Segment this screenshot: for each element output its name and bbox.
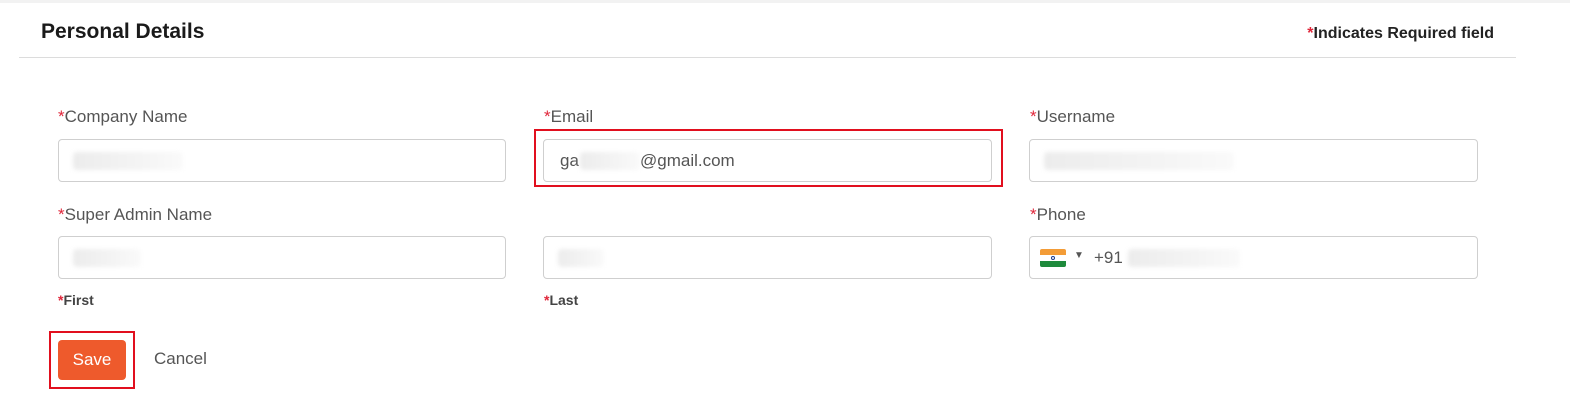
username-input[interactable] (1029, 139, 1478, 182)
first-name-sublabel: *First (58, 292, 94, 308)
dial-code: +91 (1094, 248, 1123, 267)
phone-label: *Phone (1030, 205, 1086, 225)
personal-details-page: Personal Details *Indicates Required fie… (0, 0, 1570, 412)
required-asterisk: * (58, 205, 65, 224)
caret-down-icon: ▼ (1074, 250, 1084, 261)
phone-label-text: Phone (1036, 205, 1086, 224)
required-asterisk: * (1030, 205, 1037, 224)
india-flag-icon (1040, 249, 1066, 267)
first-name-input[interactable] (58, 236, 506, 279)
phone-input[interactable]: ▼ +91 (1029, 236, 1478, 279)
cancel-button[interactable]: Cancel (154, 349, 207, 369)
last-name-sublabel: *Last (544, 292, 578, 308)
save-button[interactable]: Save (58, 340, 126, 380)
redacted-value (1044, 152, 1234, 170)
header-divider (19, 57, 1516, 58)
super-admin-name-label: *Super Admin Name (58, 205, 212, 225)
required-asterisk: * (544, 107, 551, 126)
email-value-suffix: @gmail.com (640, 151, 735, 170)
required-asterisk: * (58, 107, 65, 126)
redacted-value (73, 249, 141, 267)
email-input[interactable]: ga @gmail.com (543, 139, 992, 182)
redacted-value (558, 249, 604, 267)
company-name-label: *Company Name (58, 107, 187, 127)
required-asterisk: * (1030, 107, 1037, 126)
super-admin-name-label-text: Super Admin Name (64, 205, 213, 224)
redacted-value (73, 152, 183, 170)
last-name-input[interactable] (543, 236, 992, 279)
company-name-input[interactable] (58, 139, 506, 182)
redacted-value (580, 152, 640, 170)
redacted-value (1128, 249, 1240, 267)
last-sublabel-text: Last (549, 292, 579, 308)
first-sublabel-text: First (63, 292, 94, 308)
username-label: *Username (1030, 107, 1115, 127)
email-value-prefix: ga (560, 151, 579, 170)
required-field-note: *Indicates Required field (1307, 25, 1494, 43)
company-name-label-text: Company Name (64, 107, 188, 126)
required-note-text: Indicates Required field (1313, 25, 1494, 42)
page-title: Personal Details (41, 20, 205, 43)
username-label-text: Username (1036, 107, 1116, 126)
email-label: *Email (544, 107, 593, 127)
email-label-text: Email (550, 107, 594, 126)
top-strip (0, 0, 1570, 3)
